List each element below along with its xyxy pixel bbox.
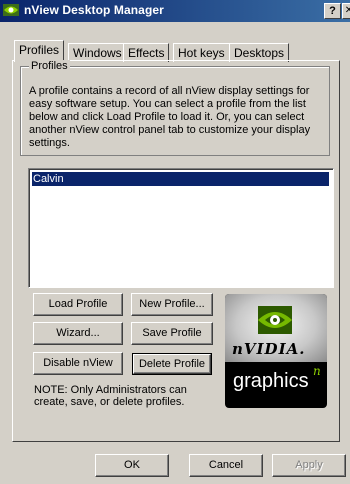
- disable-nview-button[interactable]: Disable nView: [33, 352, 123, 375]
- window-title: nView Desktop Manager: [24, 3, 164, 17]
- nvidia-app-icon: [3, 4, 19, 16]
- tab-profiles[interactable]: Profiles: [14, 40, 65, 62]
- help-button[interactable]: ?: [324, 3, 341, 19]
- nvidia-brand-text: nVIDIA.: [232, 340, 306, 358]
- ok-label: OK: [124, 459, 140, 471]
- profiles-group-legend: Profiles: [29, 60, 70, 72]
- ok-button[interactable]: OK: [95, 454, 169, 477]
- delete-profile-button[interactable]: Delete Profile: [132, 353, 212, 375]
- graphics-text: graphics: [233, 370, 309, 392]
- new-profile-button[interactable]: New Profile...: [131, 293, 213, 316]
- load-profile-button[interactable]: Load Profile: [33, 293, 123, 316]
- wizard-label: Wizard...: [56, 327, 100, 339]
- cancel-button[interactable]: Cancel: [189, 454, 263, 477]
- delete-profile-label: Delete Profile: [138, 358, 206, 370]
- save-profile-button[interactable]: Save Profile: [131, 322, 213, 345]
- title-bar[interactable]: nView Desktop Manager ? ✕: [0, 0, 350, 22]
- load-profile-label: Load Profile: [48, 298, 108, 310]
- disable-nview-label: Disable nView: [43, 357, 113, 369]
- nvidia-graphics-logo: nVIDIA. graphics n: [225, 294, 327, 408]
- nvidia-eye-icon: [258, 306, 292, 334]
- wizard-button[interactable]: Wizard...: [33, 322, 123, 345]
- graphics-superscript: n: [313, 364, 321, 378]
- profile-list[interactable]: Calvin: [28, 168, 334, 288]
- profile-list-item-selected[interactable]: Calvin: [32, 172, 329, 186]
- new-profile-label: New Profile...: [139, 298, 205, 310]
- apply-button[interactable]: Apply: [272, 454, 346, 477]
- save-profile-label: Save Profile: [142, 327, 202, 339]
- apply-label: Apply: [295, 459, 323, 471]
- close-button[interactable]: ✕: [342, 3, 350, 19]
- profiles-description: A profile contains a record of all nView…: [29, 85, 311, 149]
- cancel-label: Cancel: [208, 459, 244, 471]
- admin-note: NOTE: Only Administrators can create, sa…: [34, 384, 187, 408]
